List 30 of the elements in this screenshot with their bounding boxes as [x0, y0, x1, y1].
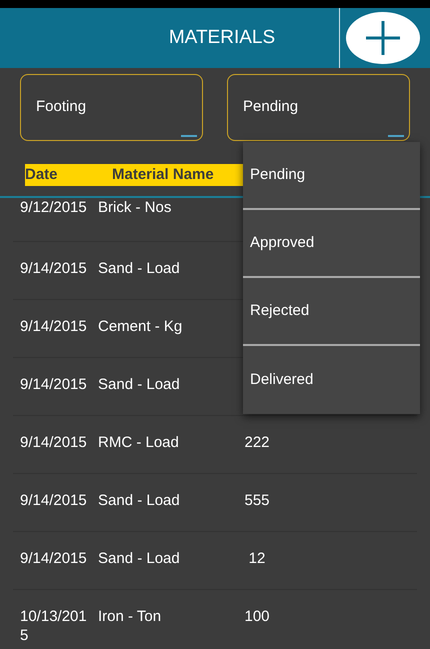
- quantity-cell-text: 12: [248, 549, 266, 568]
- material-cell-text: RMC - Load: [97, 433, 180, 452]
- menu-option[interactable]: Pending: [243, 142, 420, 210]
- date-cell-text: 9/14/2015: [19, 549, 88, 568]
- menu-option[interactable]: Delivered: [243, 346, 420, 414]
- date-cell-text: 9/14/2015: [19, 433, 88, 452]
- material-cell-text: Sand - Load: [97, 549, 181, 568]
- date-cell-text: 10/13/2015: [19, 607, 88, 645]
- material-cell-text: Brick - Nos: [97, 198, 172, 217]
- dropdown-field[interactable]: Footing: [20, 74, 203, 141]
- plus-icon: [364, 19, 402, 57]
- material-cell-text: Sand - Load: [97, 491, 181, 510]
- menu-option[interactable]: Rejected: [243, 278, 420, 346]
- date-cell-text: 9/14/2015: [19, 317, 88, 336]
- column-header: Date: [25, 164, 59, 185]
- date-cell-text: 9/12/2015: [19, 198, 88, 217]
- material-cell-text: Iron - Ton: [97, 607, 162, 626]
- material-cell-text: Sand - Load: [97, 259, 181, 278]
- column-header: Material Name: [112, 164, 214, 185]
- menu-option[interactable]: Approved: [243, 210, 420, 278]
- dropdown-field[interactable]: Pending: [227, 74, 410, 141]
- quantity-cell-text: 555: [243, 491, 271, 510]
- material-cell-text: Cement - Kg: [97, 317, 184, 336]
- date-cell-text: 9/14/2015: [19, 375, 88, 394]
- quantity-cell-text: 222: [243, 433, 271, 452]
- date-cell-text: 9/14/2015: [19, 491, 88, 510]
- screen-title: MATERIALS: [168, 26, 276, 50]
- date-cell-text: 9/14/2015: [19, 259, 88, 278]
- quantity-cell-text: 100: [243, 607, 271, 626]
- material-cell-text: Sand - Load: [97, 375, 181, 394]
